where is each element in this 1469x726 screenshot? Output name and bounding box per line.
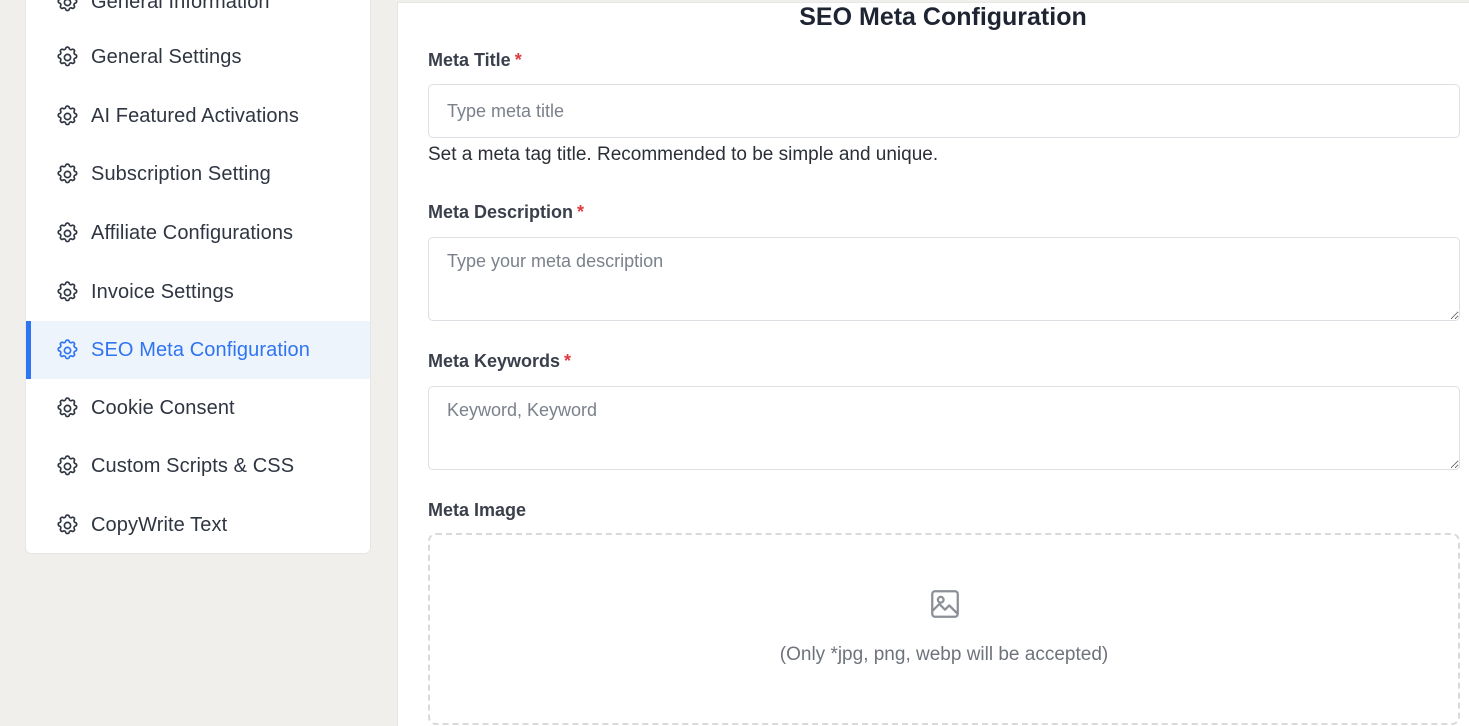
sidebar-item-label: General Information: [91, 0, 270, 13]
gear-icon: [55, 45, 80, 70]
meta-description-textarea[interactable]: [428, 237, 1460, 321]
sidebar-item-custom-scripts-css[interactable]: Custom Scripts & CSS: [26, 437, 370, 495]
required-mark: *: [577, 202, 585, 222]
gear-icon: [55, 338, 80, 363]
sidebar-item-label: SEO Meta Configuration: [91, 338, 310, 361]
required-mark: *: [514, 50, 522, 70]
seo-meta-form: SEO Meta Configuration Meta Title* Set a…: [397, 2, 1469, 726]
gear-icon: [55, 454, 80, 479]
sidebar-item-label: Subscription Setting: [91, 162, 271, 185]
meta-image-label: Meta Image: [428, 500, 526, 521]
settings-sidebar: General Information General Settings AI …: [25, 0, 371, 554]
upload-hint: (Only *jpg, png, webp will be accepted): [779, 644, 1109, 665]
sidebar-item-cookie-consent[interactable]: Cookie Consent: [26, 379, 370, 437]
meta-keywords-label-text: Meta Keywords: [428, 351, 561, 371]
gear-icon: [55, 280, 80, 305]
gear-icon: [55, 0, 80, 15]
sidebar-item-affiliate-configurations[interactable]: Affiliate Configurations: [26, 204, 370, 262]
gear-icon: [55, 221, 80, 246]
meta-keywords-label: Meta Keywords *: [428, 351, 571, 372]
meta-description-label-text: Meta Description: [428, 202, 574, 222]
required-mark: *: [564, 351, 572, 371]
sidebar-item-copywrite-text[interactable]: CopyWrite Text: [26, 496, 370, 553]
sidebar-item-label: Custom Scripts & CSS: [91, 454, 295, 477]
sidebar-item-subscription-setting[interactable]: Subscription Setting: [26, 145, 370, 203]
page-title: SEO Meta Configuration: [799, 3, 1087, 31]
gear-icon: [55, 396, 80, 421]
sidebar-item-label: General Settings: [91, 45, 242, 68]
meta-title-label-text: Meta Title: [428, 50, 511, 70]
sidebar-item-general-information[interactable]: General Information: [26, 0, 370, 31]
meta-description-label: Meta Description *: [428, 202, 584, 223]
sidebar-item-label: CopyWrite Text: [91, 513, 228, 536]
sidebar-item-label: Invoice Settings: [91, 280, 234, 303]
sidebar-item-seo-meta-configuration[interactable]: SEO Meta Configuration: [26, 321, 370, 379]
sidebar-item-label: Affiliate Configurations: [91, 221, 294, 244]
meta-title-input[interactable]: [428, 84, 1460, 138]
meta-image-dropzone[interactable]: (Only *jpg, png, webp will be accepted): [428, 533, 1460, 725]
sidebar-item-label: Cookie Consent: [91, 396, 235, 419]
meta-keywords-textarea[interactable]: [428, 386, 1460, 470]
gear-icon: [55, 104, 80, 129]
meta-title-help: Set a meta tag title. Recommended to be …: [428, 144, 939, 165]
sidebar-item-general-settings[interactable]: General Settings: [26, 28, 370, 86]
image-icon: [928, 587, 962, 621]
meta-title-label: Meta Title *: [428, 50, 522, 71]
gear-icon: [55, 162, 80, 187]
sidebar-item-ai-featured-activations[interactable]: AI Featured Activations: [26, 87, 370, 145]
sidebar-item-invoice-settings[interactable]: Invoice Settings: [26, 263, 370, 321]
gear-icon: [55, 513, 80, 538]
sidebar-item-label: AI Featured Activations: [91, 104, 299, 127]
meta-image-label-text: Meta Image: [428, 500, 527, 520]
